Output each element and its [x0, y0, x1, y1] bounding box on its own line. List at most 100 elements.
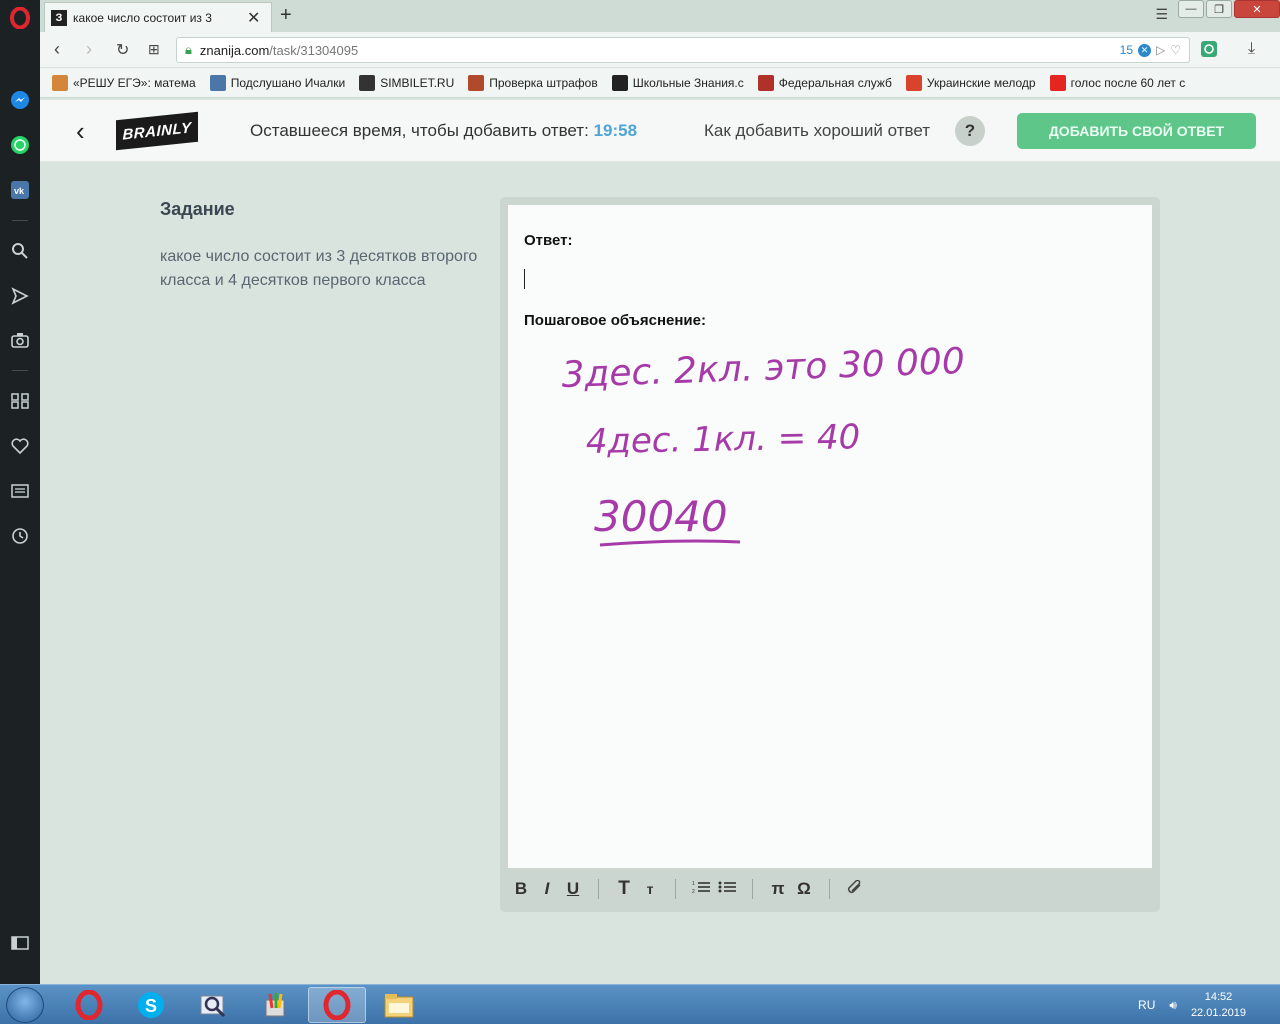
- bookmark-item[interactable]: Школьные Знания.c: [611, 74, 744, 91]
- close-window-button[interactable]: ✕: [1234, 0, 1280, 18]
- speed-dial-icon[interactable]: [8, 389, 32, 413]
- volume-icon[interactable]: 🔊︎: [1169, 998, 1177, 1013]
- clock-time: 14:52: [1204, 991, 1233, 1003]
- answer-textarea[interactable]: Ответ: Пошаговое объяснение: 3дес. 2кл. …: [508, 205, 1152, 868]
- forward-icon[interactable]: ›: [86, 39, 92, 60]
- bold-button[interactable]: B: [508, 879, 534, 899]
- adblock-icon[interactable]: ✕: [1138, 43, 1151, 57]
- back-arrow-icon[interactable]: ‹: [76, 116, 85, 147]
- text-small-button[interactable]: т: [637, 881, 663, 897]
- opera-logo-icon[interactable]: [8, 6, 32, 30]
- bullet-list-icon[interactable]: [714, 879, 740, 899]
- tab-strip: З какое число состоит из 3 ✕ + ☰ — ❐ ✕: [40, 0, 1280, 32]
- time-remaining: Оставшееся время, чтобы добавить ответ: …: [250, 121, 637, 141]
- download-icon[interactable]: ⤓: [1248, 40, 1255, 58]
- taskbar-skype-icon[interactable]: S: [122, 987, 180, 1023]
- url-text: znanija.com/task/31304095: [199, 42, 359, 58]
- url-field[interactable]: 🔒︎ znanija.com/task/31304095 15 ✕ ▷ ♡: [176, 37, 1190, 63]
- maximize-button[interactable]: ❐: [1206, 0, 1232, 18]
- svg-text:S: S: [145, 996, 157, 1016]
- fed-icon: [757, 74, 774, 91]
- clock[interactable]: 14:52 22.01.2019: [1191, 989, 1246, 1021]
- add-answer-button[interactable]: ДОБАВИТЬ СВОЙ ОТВЕТ: [1017, 113, 1256, 149]
- vk-icon[interactable]: vk: [8, 178, 32, 202]
- bookmark-item[interactable]: Украинские мелодр: [905, 74, 1036, 91]
- pi-button[interactable]: π: [765, 879, 791, 899]
- taskbar-opera-icon[interactable]: [60, 987, 118, 1023]
- text-large-button[interactable]: T: [611, 878, 637, 900]
- task-text: какое число состоит из 3 десятков второг…: [160, 248, 478, 289]
- task-heading: Задание: [160, 199, 235, 219]
- brainly-logo[interactable]: BRAINLY: [116, 111, 198, 151]
- bookmark-item[interactable]: Проверка штрафов: [468, 74, 598, 91]
- heart-icon[interactable]: [8, 434, 32, 458]
- italic-button[interactable]: I: [534, 879, 560, 899]
- back-icon[interactable]: ‹: [54, 39, 60, 60]
- window-controls: — ❐ ✕: [1178, 0, 1280, 22]
- vk-icon: [209, 74, 226, 91]
- messenger-icon[interactable]: [8, 88, 32, 112]
- svg-text:vk: vk: [14, 186, 25, 196]
- handwriting-line-3: 30040: [594, 492, 728, 541]
- taskbar-search-app-icon[interactable]: [184, 987, 242, 1023]
- handwritten-solution: 3дес. 2кл. это 30 000 4дес. 1кл. = 40 30…: [561, 341, 966, 547]
- attachment-icon[interactable]: [842, 879, 868, 899]
- howto-link[interactable]: Как добавить хороший ответ: [704, 121, 930, 141]
- tabs-overview-icon[interactable]: ⊞: [148, 41, 160, 58]
- camera-icon[interactable]: [8, 328, 32, 352]
- bookmark-item[interactable]: Подслушано Ичалки: [209, 74, 346, 91]
- bookmark-item[interactable]: SIMBILET.RU: [359, 74, 454, 91]
- lock-icon: 🔒︎: [185, 42, 192, 57]
- bookmarks-bar: «РЕШУ ЕГЭ»: матема Подслушано Ичалки SIMBI…: [40, 68, 1280, 98]
- bookmark-item[interactable]: голос после 60 лет с: [1049, 74, 1186, 91]
- answer-underline: [599, 539, 741, 547]
- numbered-list-icon[interactable]: 12: [688, 879, 714, 899]
- sidebar-toggle-icon[interactable]: [8, 931, 32, 955]
- search-icon[interactable]: [8, 239, 32, 263]
- editor-toolbar: B I U T т 12 π Ω: [508, 874, 1152, 904]
- browser-tab[interactable]: З какое число состоит из 3 ✕: [44, 2, 272, 32]
- answer-editor: Ответ: Пошаговое объяснение: 3дес. 2кл. …: [500, 197, 1160, 912]
- send-icon[interactable]: [8, 284, 32, 308]
- emblem-icon: [468, 74, 485, 91]
- start-button[interactable]: [6, 987, 44, 1023]
- taskbar-opera-active-icon[interactable]: [308, 987, 366, 1023]
- reload-icon[interactable]: ↻: [116, 40, 129, 60]
- bookmark-label: «РЕШУ ЕГЭ»: матема: [73, 75, 196, 90]
- bookmark-item[interactable]: Федеральная служб: [757, 74, 892, 91]
- clock-date: 22.01.2019: [1190, 1007, 1246, 1019]
- bookmark-label: голос после 60 лет с: [1070, 75, 1186, 90]
- handwriting-line-1: 3дес. 2кл. это 30 000: [561, 341, 966, 396]
- bookmark-item[interactable]: «РЕШУ ЕГЭ»: матема: [52, 74, 196, 91]
- sidebar-divider: [12, 220, 28, 221]
- history-icon[interactable]: [8, 524, 32, 548]
- toolbar-divider: [675, 879, 676, 899]
- underline-button[interactable]: U: [560, 879, 586, 899]
- browser-sidebar: vk: [0, 0, 40, 984]
- svg-text:1: 1: [692, 881, 695, 887]
- sun-icon: [52, 74, 68, 91]
- bookmark-label: Подслушано Ичалки: [230, 75, 346, 90]
- answer-label: Ответ:: [524, 232, 573, 249]
- tab-close-icon[interactable]: ✕: [247, 8, 260, 28]
- bookmark-heart-icon[interactable]: ♡: [1170, 43, 1181, 57]
- vpn-icon[interactable]: [1200, 40, 1218, 63]
- taskbar-explorer-icon[interactable]: [370, 987, 428, 1023]
- help-icon[interactable]: ?: [955, 116, 985, 146]
- sim-icon: [359, 74, 376, 91]
- omega-button[interactable]: Ω: [791, 879, 817, 899]
- tab-menu-icon[interactable]: ☰: [1155, 6, 1168, 23]
- minimize-button[interactable]: —: [1178, 0, 1204, 18]
- ext-badge-count: 15: [1119, 43, 1133, 57]
- taskbar-paint-icon[interactable]: [246, 987, 304, 1023]
- language-indicator[interactable]: RU: [1138, 998, 1155, 1012]
- news-icon[interactable]: [8, 479, 32, 503]
- new-tab-icon[interactable]: +: [280, 4, 292, 27]
- znanija-icon: [611, 74, 628, 91]
- toolbar-divider: [752, 879, 753, 899]
- toolbar-divider: [829, 879, 830, 899]
- bookmark-label: Проверка штрафов: [489, 75, 598, 90]
- share-icon[interactable]: ▷: [1156, 43, 1165, 57]
- bookmark-label: Федеральная служб: [778, 75, 892, 90]
- whatsapp-icon[interactable]: [8, 133, 32, 157]
